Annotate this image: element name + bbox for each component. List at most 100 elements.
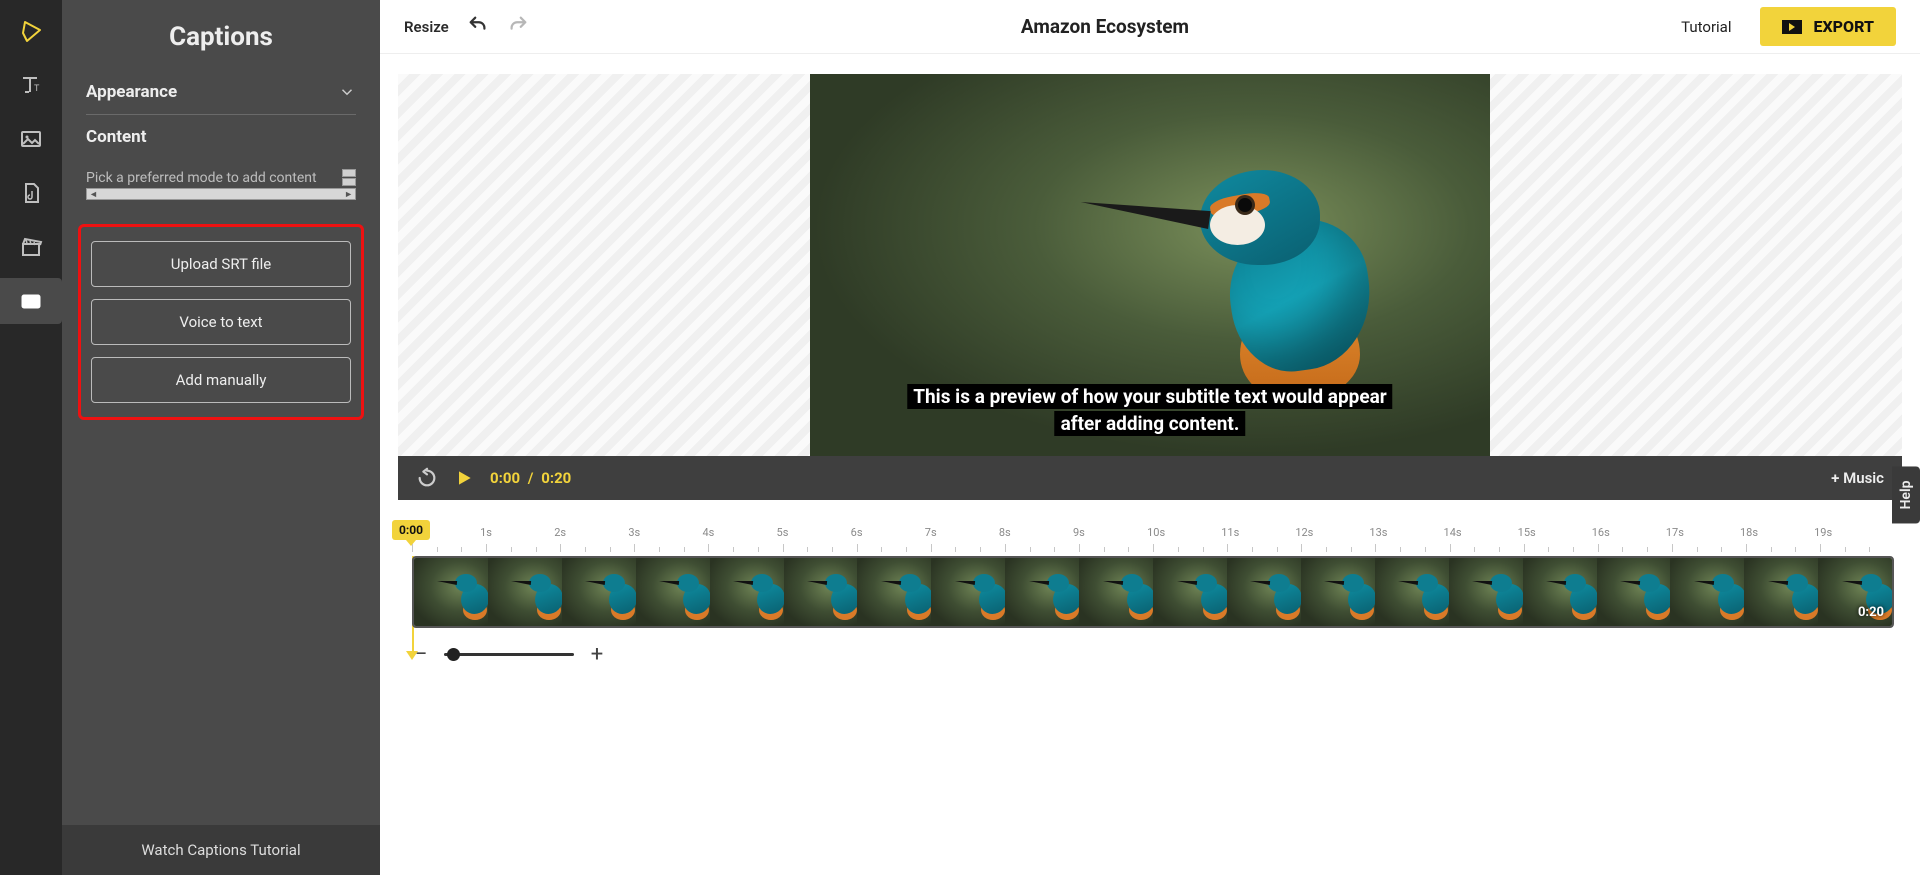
clip-thumbnail[interactable] — [1227, 558, 1301, 626]
tick-major: 7s — [931, 526, 956, 552]
rail-image-icon[interactable] — [8, 116, 54, 162]
chevron-down-icon — [338, 83, 356, 101]
tick-minor — [1030, 526, 1055, 552]
tick-minor — [1548, 526, 1573, 552]
tick-label: 11s — [1221, 526, 1239, 539]
zoom-slider[interactable] — [444, 653, 574, 656]
clip-thumbnail[interactable] — [1375, 558, 1449, 626]
clip-thumbnail[interactable] — [1079, 558, 1153, 626]
tick-label: 8s — [999, 526, 1011, 539]
play-button[interactable] — [454, 468, 474, 488]
content-section-header[interactable]: Content — [86, 115, 356, 159]
tick-major: 14s — [1450, 526, 1475, 552]
tick-label: 17s — [1666, 526, 1684, 539]
clip-thumbnail[interactable] — [1597, 558, 1671, 626]
helper-spinner — [342, 169, 356, 186]
rail-audio-file-icon[interactable] — [8, 170, 54, 216]
zoom-in-button[interactable]: + — [588, 642, 606, 667]
appearance-label: Appearance — [86, 82, 177, 102]
tick-minor — [1400, 526, 1425, 552]
tick-major: 17s — [1672, 526, 1697, 552]
rail-captions-icon[interactable] — [0, 278, 62, 324]
rail-text-icon[interactable]: T — [8, 62, 54, 108]
clip-thumbnail[interactable] — [931, 558, 1005, 626]
top-bar: Resize Amazon Ecosystem Tutorial EXPORT — [380, 0, 1920, 54]
tick-major: 1s — [486, 526, 511, 552]
tick-label: 9s — [1073, 526, 1085, 539]
spinner-up[interactable] — [342, 169, 356, 177]
tick-label: 15s — [1518, 526, 1536, 539]
clip-thumbnail[interactable] — [1449, 558, 1523, 626]
tick-major: 6s — [857, 526, 882, 552]
watch-tutorial-link[interactable]: Watch Captions Tutorial — [62, 825, 380, 875]
clip-thumbnail[interactable] — [636, 558, 710, 626]
tick-minor — [1845, 526, 1870, 552]
tick-major: 16s — [1598, 526, 1623, 552]
subtitle-line-1: This is a preview of how your subtitle t… — [907, 384, 1392, 409]
export-play-icon — [1782, 20, 1802, 34]
clip-thumbnail[interactable] — [414, 558, 488, 626]
timeline-ruler[interactable]: 1s2s3s4s5s6s7s8s9s10s11s12s13s14s15s16s1… — [412, 526, 1894, 552]
add-manually-button[interactable]: Add manually — [91, 357, 351, 403]
help-tab[interactable]: Help — [1892, 466, 1920, 523]
helper-scrollbar[interactable]: ◄ ► — [86, 188, 356, 200]
clip-thumbnail[interactable] — [562, 558, 636, 626]
tick-major: 19s — [1820, 526, 1845, 552]
clip-thumbnail[interactable] — [1523, 558, 1597, 626]
tick-major: 8s — [1005, 526, 1030, 552]
tick-minor — [1104, 526, 1129, 552]
undo-button[interactable] — [467, 14, 489, 40]
scroll-right-icon[interactable]: ► — [344, 189, 353, 200]
timeline: 0:00 1s2s3s4s5s6s7s8s9s10s11s12s13s14s15… — [380, 500, 1920, 677]
clip-thumbnail[interactable] — [1153, 558, 1227, 626]
tick-minor — [659, 526, 684, 552]
add-music-button[interactable]: + Music — [1831, 469, 1884, 487]
voice-to-text-button[interactable]: Voice to text — [91, 299, 351, 345]
content-mode-highlight: Upload SRT file Voice to text Add manual… — [78, 224, 364, 420]
subtitle-line-2: after adding content. — [1055, 411, 1246, 436]
tick-label: 1s — [480, 526, 492, 539]
upload-srt-button[interactable]: Upload SRT file — [91, 241, 351, 287]
rail-clapper-icon[interactable] — [8, 224, 54, 270]
zoom-thumb[interactable] — [447, 648, 460, 661]
clip-thumbnail[interactable] — [1005, 558, 1079, 626]
svg-text:T: T — [34, 84, 40, 94]
video-preview[interactable]: This is a preview of how your subtitle t… — [810, 74, 1490, 456]
playhead-arrow-icon — [406, 651, 418, 660]
content-helper: Pick a preferred mode to add content — [86, 169, 356, 186]
clip-thumbnail[interactable] — [488, 558, 562, 626]
restart-button[interactable] — [416, 467, 438, 489]
tick-label: 16s — [1592, 526, 1610, 539]
tick-minor — [437, 526, 462, 552]
tick-label: 12s — [1295, 526, 1313, 539]
appearance-section-header[interactable]: Appearance — [86, 70, 356, 115]
clip-thumbnail[interactable] — [857, 558, 931, 626]
clip-thumbnail[interactable] — [1744, 558, 1818, 626]
clip-thumbnail[interactable] — [1301, 558, 1375, 626]
clip-thumbnail[interactable] — [710, 558, 784, 626]
tick-major: 10s — [1153, 526, 1178, 552]
redo-button — [507, 14, 529, 40]
tick-label: 6s — [851, 526, 863, 539]
helper-text: Pick a preferred mode to add content — [86, 170, 317, 186]
clip-thumbnail[interactable] — [784, 558, 858, 626]
spinner-down[interactable] — [342, 178, 356, 186]
rail-play-icon[interactable] — [8, 8, 54, 54]
tick-label: 7s — [925, 526, 937, 539]
clip-track[interactable]: 0:20 — [412, 556, 1894, 628]
subtitle-preview: This is a preview of how your subtitle t… — [907, 383, 1392, 438]
scroll-left-icon[interactable]: ◄ — [89, 189, 98, 200]
tick-minor — [1252, 526, 1277, 552]
export-button[interactable]: EXPORT — [1760, 7, 1897, 46]
tick-minor — [1178, 526, 1203, 552]
preview-stage: This is a preview of how your subtitle t… — [398, 74, 1902, 456]
preview-bird-graphic — [1170, 150, 1400, 410]
tick-label: 5s — [777, 526, 789, 539]
clip-thumbnail[interactable] — [1670, 558, 1744, 626]
clip-end-time: 0:20 — [1858, 605, 1884, 620]
player-bar: 0:00 / 0:20 + Music — [398, 456, 1902, 500]
tick-label: 2s — [554, 526, 566, 539]
project-title: Amazon Ecosystem — [547, 15, 1663, 38]
tutorial-link[interactable]: Tutorial — [1681, 18, 1731, 36]
resize-button[interactable]: Resize — [404, 18, 449, 36]
